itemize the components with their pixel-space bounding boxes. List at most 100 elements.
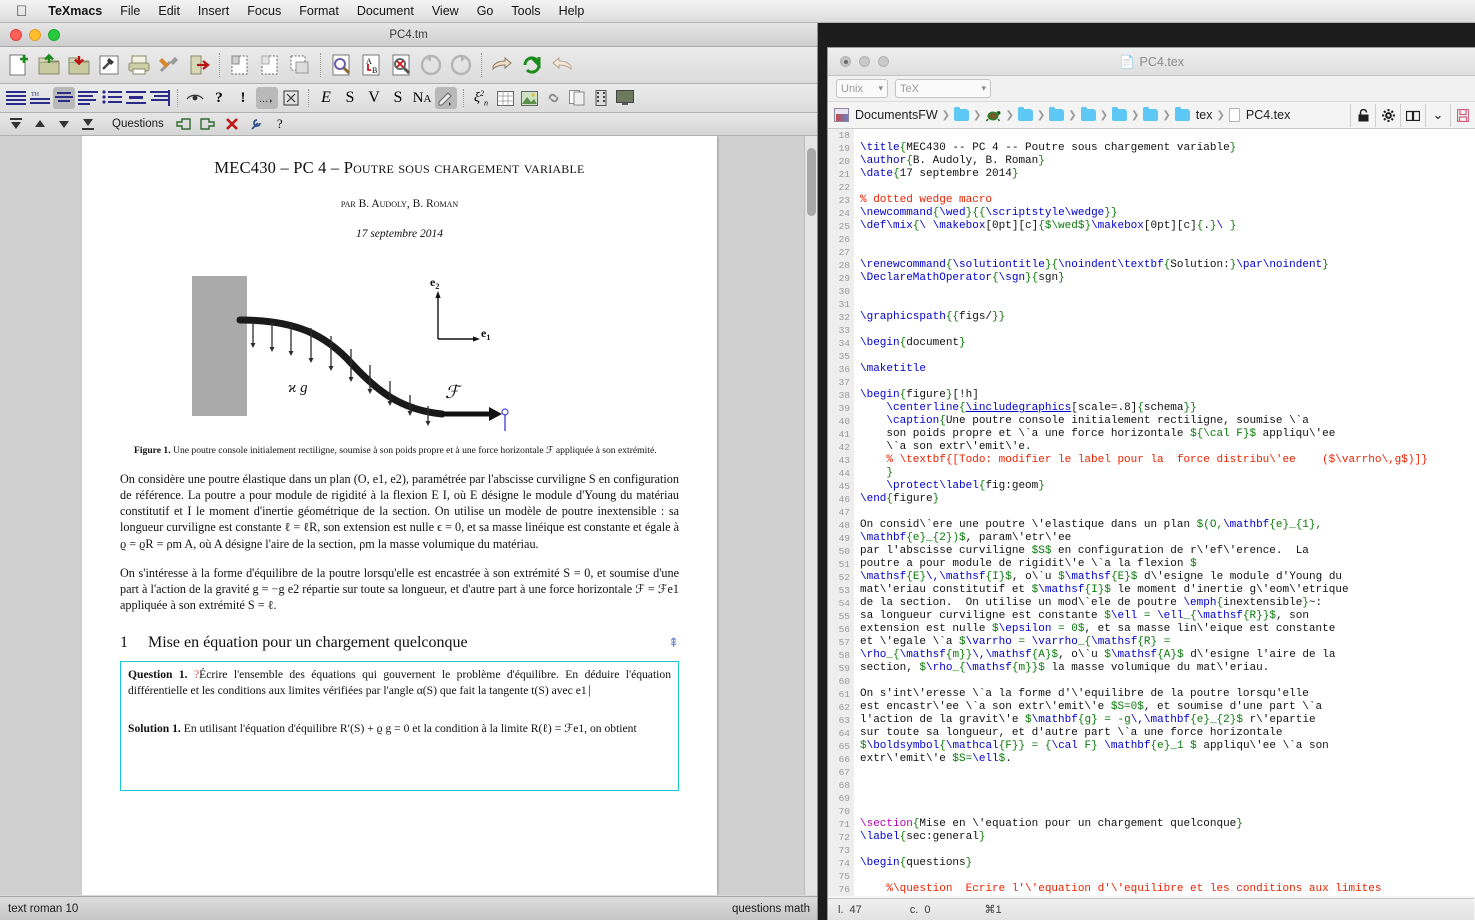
code-line[interactable]: 53 mat\'eriau constitutif et $\mathsf{I}$… [828,584,1475,597]
code-content[interactable] [854,506,860,519]
editor-title-bar[interactable]: 📄 PC4.tex [828,48,1475,76]
back-hand-icon[interactable] [488,50,516,80]
new-file-icon[interactable] [5,50,33,80]
question-block[interactable]: Question 1. ?Écrire l'ensemble des équat… [120,661,679,792]
insert-left-icon[interactable] [173,113,195,135]
code-line[interactable]: 30 [828,285,1475,298]
sample-icon[interactable]: S [387,87,409,109]
folder-icon[interactable] [1174,106,1190,121]
code-content[interactable]: $\boldsymbol{\mathcal{F}} = {\cal F} \ma… [854,740,1329,753]
code-line[interactable]: 33 [828,324,1475,337]
section-heading[interactable]: 1 Mise en équation pour un chargement qu… [120,634,679,652]
code-lines[interactable]: 18 19 \title{MEC430 -- PC 4 -- Poutre sous… [828,129,1475,896]
code-line[interactable]: 68 [828,779,1475,792]
folder-icon[interactable] [1143,106,1159,121]
code-line[interactable]: 26 [828,233,1475,246]
copy-icon[interactable] [256,50,284,80]
question-icon[interactable]: ? [208,87,230,109]
code-content[interactable] [854,376,860,389]
code-line[interactable]: 63 l'action de la gravit\'e $\mathbf{g} =… [828,714,1475,727]
code-content[interactable]: \caption{Une poutre console initialement… [854,415,1308,428]
folder-icon[interactable] [1017,106,1033,121]
code-content[interactable]: \begin{questions} [854,857,972,870]
code-content[interactable]: % dotted wedge macro [854,194,992,207]
code-line[interactable]: 29 \DeclareMathOperator{\sgn}{sgn} [828,272,1475,285]
code-content[interactable]: et \'egale \`a $\varrho = \varrho_{\math… [854,636,1170,649]
code-content[interactable]: } [854,467,893,480]
code-line[interactable]: 72 \label{sec:general} [828,831,1475,844]
chevron-down-icon[interactable]: ⌄ [1425,103,1450,127]
code-line[interactable]: 45 \protect\label{fig:geom} [828,480,1475,493]
code-content[interactable]: de la section. On utilise un mod\`ele de… [854,597,1322,610]
code-content[interactable]: On consid\`ere une poutre \'elastique da… [854,519,1322,532]
menu-item-format[interactable]: Format [290,0,348,23]
verbatim-icon[interactable]: V [363,87,385,109]
find-icon[interactable] [327,50,355,80]
code-line[interactable]: 76 %\question Ecrire l'\'equation d'\'eq… [828,883,1475,896]
last-icon[interactable] [77,113,99,135]
next-icon[interactable] [53,113,75,135]
code-line[interactable]: 75 [828,870,1475,883]
code-content[interactable] [854,792,860,805]
replace-icon[interactable]: AB [357,50,385,80]
duplicate-icon[interactable] [566,87,588,109]
code-content[interactable] [854,350,860,363]
paragraph-center-icon[interactable] [53,87,75,109]
paragraph-spacing-icon[interactable] [125,87,147,109]
link-icon[interactable] [542,87,564,109]
maximize-button[interactable] [48,28,60,41]
syntax-mode-select[interactable]: TeX ▾ [895,79,991,98]
body-paragraph-2[interactable]: On s'intéresse à la forme d'équilibre de… [120,565,679,614]
paragraph-right-icon[interactable] [149,87,171,109]
xi-math-icon[interactable]: ξ2n [470,87,492,109]
turtle-icon[interactable] [985,108,1001,122]
refresh-icon[interactable] [518,50,546,80]
code-line[interactable]: 50 par l'abscisse curviligne $S$ en confi… [828,545,1475,558]
code-line[interactable]: 46 \end{figure} [828,493,1475,506]
code-content[interactable] [854,870,860,883]
film-icon[interactable] [590,87,612,109]
undo-icon[interactable] [417,50,445,80]
code-line[interactable]: 73 [828,844,1475,857]
gear-icon[interactable] [1375,103,1400,127]
code-line[interactable]: 58 \rho_{\mathsf{m}}\,\mathsf{A}$, o\`u $… [828,649,1475,662]
save-icon[interactable] [1450,103,1475,127]
code-line[interactable]: 51 poutre a pour module de rigidit\'e \`a… [828,558,1475,571]
code-content[interactable]: \section{Mise en \'equation pour un char… [854,818,1243,831]
code-content[interactable]: par l'abscisse curviligne $S$ en configu… [854,545,1309,558]
code-content[interactable] [854,766,860,779]
code-line[interactable]: 35 [828,350,1475,363]
code-content[interactable]: \rho_{\mathsf{m}}\,\mathsf{A}$, o\`u $\m… [854,649,1335,662]
code-content[interactable]: \date{17 septembre 2014} [854,168,1018,181]
code-line[interactable]: 43 % \textbf{[Todo: modifier le label po… [828,454,1475,467]
screen-icon[interactable] [614,87,636,109]
code-line[interactable]: 23 % dotted wedge macro [828,194,1475,207]
menu-item-view[interactable]: View [423,0,468,23]
code-line[interactable]: 60 [828,675,1475,688]
code-line[interactable]: 56 extension est nulle $\epsilon = 0$, et… [828,623,1475,636]
editor-window-controls[interactable] [840,56,889,67]
eye-icon[interactable] [184,87,206,109]
clear-find-icon[interactable] [387,50,415,80]
previous-icon[interactable] [29,113,51,135]
menu-item-go[interactable]: Go [468,0,503,23]
folder-icon[interactable] [1080,106,1096,121]
menu-item-document[interactable]: Document [348,0,423,23]
code-content[interactable]: \begin{figure}[!h] [854,389,979,402]
code-content[interactable]: est encastr\'ee \`a son extr\'emit\'e $S… [854,701,1322,714]
code-content[interactable]: son poids propre et \`a une force horizo… [854,428,1335,441]
code-content[interactable]: \protect\label{fig:geom} [854,480,1044,493]
code-line[interactable]: 37 [828,376,1475,389]
solution-paragraph[interactable]: Solution 1. En utilisant l'équation d'éq… [128,721,671,737]
open-file-icon[interactable] [35,50,63,80]
code-content[interactable]: \`a son extr\'emit\'e. [854,441,1031,454]
menu-item-help[interactable]: Help [550,0,594,23]
code-content[interactable]: \label{sec:general} [854,831,985,844]
code-line[interactable]: 44 } [828,467,1475,480]
redo-icon[interactable] [447,50,475,80]
code-line[interactable]: 52 \mathsf{E}\,\mathsf{I}$, o\`u $\mathsf… [828,571,1475,584]
code-line[interactable]: 61 On s'int\'eresse \`a la forme d'\'equi… [828,688,1475,701]
boxed-x-icon[interactable] [280,87,302,109]
paragraph-justify-icon[interactable] [5,87,27,109]
code-line[interactable]: 32 \graphicspath{{figs/}} [828,311,1475,324]
